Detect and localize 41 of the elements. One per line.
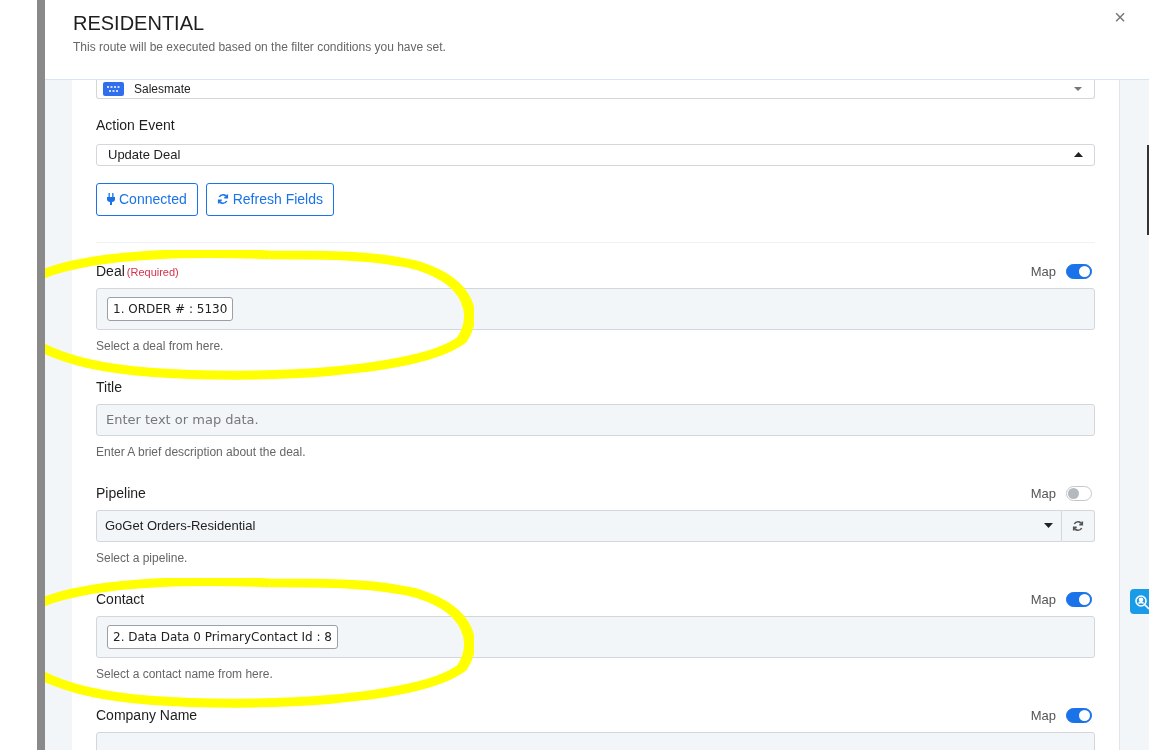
- pipeline-select[interactable]: GoGet Orders-Residential: [96, 509, 1062, 542]
- map-label: Map: [1030, 707, 1056, 725]
- caret-down-icon: [1074, 87, 1082, 91]
- map-toggle[interactable]: [1066, 708, 1092, 724]
- connected-button[interactable]: Connected: [96, 182, 198, 216]
- map-toggle[interactable]: [1066, 592, 1092, 608]
- caret-up-icon: [1074, 152, 1083, 158]
- map-label: Map: [1030, 485, 1056, 503]
- help-text: Select a deal from here.: [96, 337, 225, 355]
- help-text: Select a pipeline.: [96, 549, 189, 567]
- field-label: Pipeline: [96, 483, 146, 503]
- action-event-select[interactable]: Update Deal: [96, 144, 1095, 166]
- field-label: Company Name: [96, 705, 198, 725]
- text-input[interactable]: Enter text or map data.: [96, 403, 1095, 436]
- field-label: Deal: [96, 261, 125, 281]
- help-text: Select a contact name from here.: [96, 665, 274, 683]
- dialog-subtitle: This route will be executed based on the filter conditions you have set.: [73, 39, 446, 56]
- mapped-token: 1. ORDER # : 5130: [107, 296, 234, 321]
- mapped-token: 2. Data Data 0 PrimaryContact Id : 8: [107, 624, 338, 649]
- map-toggle[interactable]: [1066, 264, 1092, 280]
- field-label: Contact: [96, 589, 145, 609]
- caret-down-icon: [1044, 523, 1053, 528]
- mapped-field[interactable]: 1. ORDER # : 5130: [96, 287, 1095, 330]
- refresh-icon: [216, 193, 229, 205]
- map-label: Map: [1030, 263, 1056, 281]
- help-text: Enter A brief description about the deal.: [96, 443, 307, 461]
- refresh-fields-button[interactable]: Refresh Fields: [205, 182, 334, 216]
- search-person-icon: [1134, 593, 1149, 610]
- field-label: Title: [96, 377, 122, 397]
- close-button[interactable]: ×: [1114, 7, 1126, 27]
- map-toggle[interactable]: [1066, 486, 1092, 502]
- app-select[interactable]: Salesmate: [96, 80, 1095, 99]
- refresh-button[interactable]: [1062, 509, 1095, 542]
- help-search-button[interactable]: [1130, 589, 1149, 614]
- plug-icon: [107, 193, 115, 205]
- map-label: Map: [1030, 591, 1056, 609]
- refresh-icon: [1072, 519, 1084, 532]
- required-note: (Required): [126, 264, 179, 280]
- dialog-title: RESIDENTIAL: [73, 11, 206, 36]
- mapped-field[interactable]: 2. Data Data 0 PrimaryContact Id : 8: [96, 615, 1095, 658]
- field-label: Action Event: [96, 116, 176, 135]
